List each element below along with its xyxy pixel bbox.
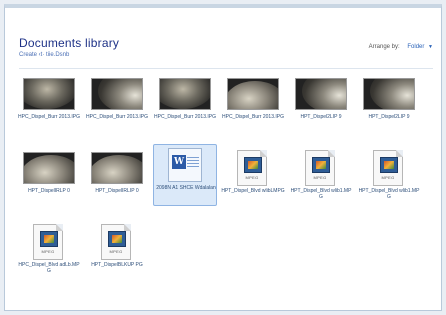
mpeg-video-icon: MPEG <box>33 224 63 260</box>
mpeg-tag: MPEG <box>381 175 395 180</box>
file-label: HPT_Dispel_Blvd wlibLMPG <box>221 188 285 194</box>
photo-thumbnail <box>227 78 279 110</box>
file-label: HPC_Dispel_Burr 2013.IPG <box>222 114 284 120</box>
file-label: HPT_Dispel2LIP 9 <box>368 114 410 120</box>
file-item-photo[interactable]: HPC_Dispel_Burr 2013.IPG <box>221 74 285 136</box>
file-label: HPT_Dispel_Blvd wlib1.MPG <box>290 188 352 200</box>
file-item-photo[interactable]: HPC_Dispel_Burr 2013.IPG <box>153 74 217 136</box>
file-label: HPT_Dispel_Blvd wlib1.MPG <box>358 188 420 200</box>
file-item-video[interactable]: MPEG HPC_Dispel_Blvd adLb.MPG <box>17 222 81 284</box>
library-subtitle-link[interactable]: Create ‹t· tiie.Dsnb <box>19 52 69 58</box>
mpeg-tag: MPEG <box>41 249 55 254</box>
chevron-down-icon[interactable]: ▼ <box>428 44 433 50</box>
documents-library-window: Documents library Create ‹t· tiie.Dsnb A… <box>4 4 442 311</box>
file-item-video[interactable]: MPEG HPT_Dispel_Blvd wlib1.MPG <box>289 148 353 210</box>
file-item-word-document[interactable]: W 2098N A1 SHCE Wdalalan <box>153 144 217 206</box>
file-item-video[interactable]: MPEG HPT_Dispel_Blvd wlib1.MPG <box>357 148 421 210</box>
file-label: HPT_DispelIRLIP 0 <box>95 188 139 194</box>
mpeg-tag: MPEG <box>109 249 123 254</box>
photo-thumbnail <box>363 78 415 110</box>
mpeg-video-icon: MPEG <box>373 150 403 186</box>
photo-thumbnail <box>91 78 143 110</box>
file-label: HPC_Dispel_Burr 2013.IPG <box>86 114 148 120</box>
photo-thumbnail <box>91 152 143 184</box>
arrange-by-control[interactable]: Arrange by: Folder ▼ <box>369 44 433 50</box>
photo-thumbnail <box>295 78 347 110</box>
file-label: HPC_Dispel_Blvd adLb.MPG <box>18 262 80 274</box>
file-label: HPC_Dispel_Burr 2013.IPG <box>154 114 216 120</box>
word-document-icon: W <box>168 148 202 182</box>
file-label: 2098N A1 SHCE Wdalalan <box>156 185 216 191</box>
file-item-video[interactable]: MPEG HPT_DispelBLKUP PG <box>85 222 149 284</box>
mpeg-video-icon: MPEG <box>237 150 267 186</box>
file-item-photo[interactable]: HPT_Dispel2LIP 9 <box>357 74 421 136</box>
header-divider <box>19 68 433 69</box>
file-item-video[interactable]: MPEG HPT_Dispel_Blvd wlibLMPG <box>221 148 285 210</box>
photo-thumbnail <box>23 78 75 110</box>
file-label: HPT_DispelBLKUP PG <box>91 262 143 268</box>
library-header: Documents library Create ‹t· tiie.Dsnb A… <box>19 36 433 66</box>
file-item-photo[interactable]: HPC_Dispel_Burr 2013.IPG <box>85 74 149 136</box>
mpeg-video-icon: MPEG <box>305 150 335 186</box>
photo-thumbnail <box>159 78 211 110</box>
arrange-by-label: Arrange by: <box>368 44 400 50</box>
file-item-photo[interactable]: HPT_DispelIRLP 0 <box>17 148 81 210</box>
file-item-photo[interactable]: HPT_DispelIRLIP 0 <box>85 148 149 210</box>
mpeg-video-icon: MPEG <box>101 224 131 260</box>
file-label: HPT_Dispel2LIP 9 <box>300 114 342 120</box>
mpeg-tag: MPEG <box>313 175 327 180</box>
file-item-photo[interactable]: HPT_Dispel2LIP 9 <box>289 74 353 136</box>
arrange-by-value[interactable]: Folder <box>407 44 424 50</box>
library-title: Documents library <box>19 36 120 50</box>
mpeg-tag: MPEG <box>245 175 259 180</box>
file-item-photo[interactable]: HPC_Dispel_Burr 2013.IPG <box>17 74 81 136</box>
file-label: HPT_DispelIRLP 0 <box>28 188 70 194</box>
file-label: HPC_Dispel_Burr 2013.IPG <box>18 114 80 120</box>
photo-thumbnail <box>23 152 75 184</box>
